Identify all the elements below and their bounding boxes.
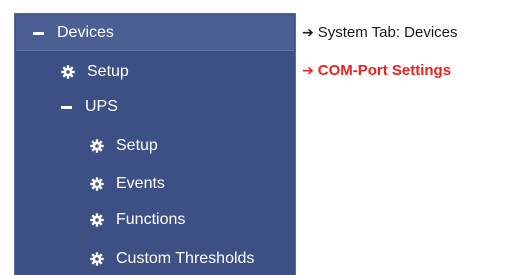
nav-item-label: UPS: [85, 98, 118, 115]
nav-item-label: Custom Thresholds: [116, 250, 255, 267]
annotation-com-port: ➔ COM-Port Settings: [302, 62, 451, 79]
nav-item-label: Functions: [116, 211, 186, 228]
minus-icon[interactable]: [61, 105, 72, 109]
nav-item-functions[interactable]: Functions: [90, 208, 185, 232]
nav-item-label: Events: [116, 175, 165, 192]
annotation-text: System Tab: Devices: [317, 24, 458, 41]
nav-item-label: Setup: [116, 137, 158, 154]
annotation-system-tab: ➔ System Tab: Devices: [302, 24, 458, 41]
gear-icon: [90, 252, 104, 266]
right-arrow-icon: ➔: [302, 24, 314, 41]
nav-item-ups-setup[interactable]: Setup: [90, 134, 158, 158]
nav-item-custom-thresholds[interactable]: Custom Thresholds: [90, 247, 254, 271]
right-arrow-icon: ➔: [302, 62, 314, 79]
nav-item-label: Devices: [57, 24, 114, 41]
nav-item-events[interactable]: Events: [90, 172, 165, 196]
annotation-text: COM-Port Settings: [317, 62, 452, 79]
nav-item-label: Setup: [87, 63, 129, 80]
gear-icon: [90, 139, 104, 153]
gear-icon: [90, 213, 104, 227]
nav-item-devices-setup[interactable]: Setup: [61, 60, 129, 84]
nav-item-ups[interactable]: UPS: [61, 95, 118, 119]
minus-icon[interactable]: [33, 31, 44, 35]
gear-icon: [61, 65, 75, 79]
nav-item-devices[interactable]: Devices: [33, 21, 114, 45]
gear-icon: [90, 177, 104, 191]
